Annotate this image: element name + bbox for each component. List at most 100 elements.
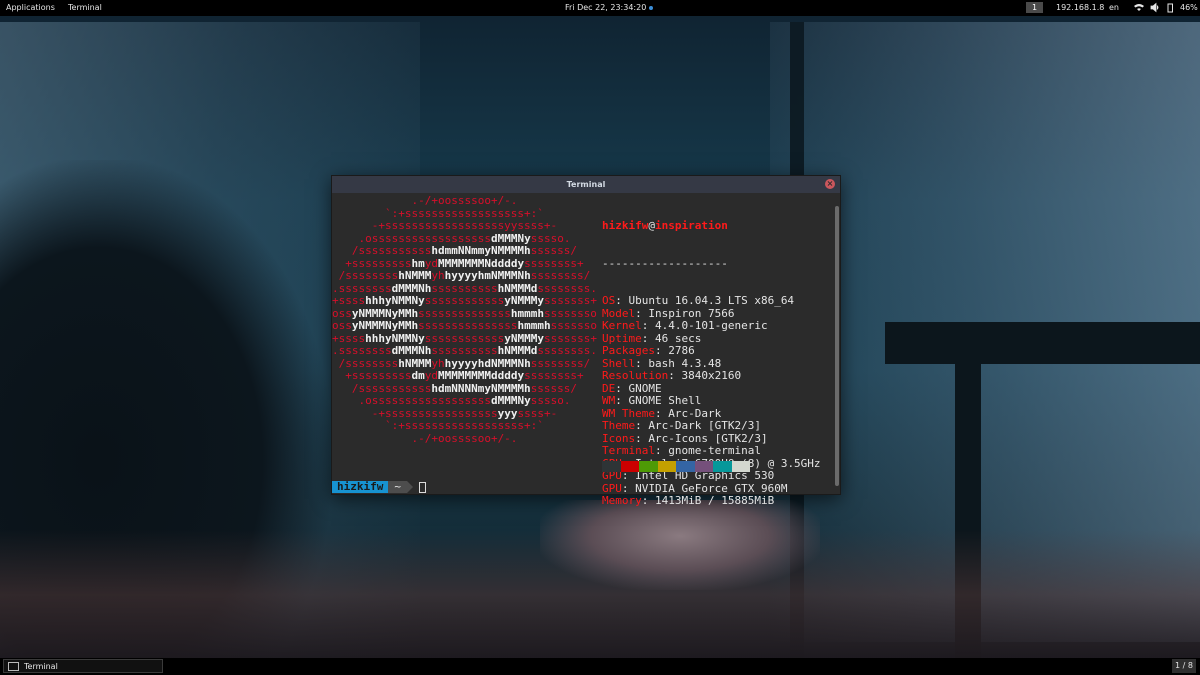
- logo-segment: MMMMMMMNddddy: [437, 256, 525, 270]
- logo-segment: sssssss+: [543, 331, 597, 345]
- info-key: Shell: [602, 356, 636, 370]
- app-menu[interactable]: Terminal: [68, 3, 102, 12]
- battery-icon: [1167, 3, 1173, 13]
- system-menu[interactable]: [1134, 2, 1178, 15]
- terminal-icon: [8, 662, 19, 671]
- logo-segment: dMMMNy: [490, 394, 531, 407]
- info-key: GPU: [602, 481, 622, 495]
- logo-segment: sssso.: [530, 394, 571, 407]
- terminal-scrollbar[interactable]: [835, 206, 839, 486]
- logo-segment: hdmNNNNmyNMMMMh: [431, 381, 531, 395]
- palette-swatch: [620, 461, 639, 472]
- logo-segment: MMMMMMMMddddy: [437, 369, 525, 382]
- system-status-icons: [1134, 2, 1173, 13]
- logo-segment: +ssss: [332, 294, 366, 307]
- info-value: : 2786: [654, 344, 695, 357]
- logo-segment: .ssssssss: [332, 344, 392, 357]
- logo-segment: yh: [431, 356, 445, 370]
- hostname: inspiration: [654, 219, 728, 232]
- info-value: : 1413MiB / 15885MiB: [641, 494, 775, 507]
- logo-segment: /sssssssssss: [332, 381, 432, 395]
- logo-segment: sssssssssssssss: [418, 319, 518, 332]
- terminal-title: Terminal: [566, 180, 606, 189]
- info-rows: OS: Ubuntu 16.04.3 LTS x86_64 Model: Insp…: [602, 294, 834, 508]
- logo-segment: hNMMMd: [497, 281, 538, 295]
- taskbar-item-label: Terminal: [24, 662, 58, 671]
- palette-swatch: [676, 461, 695, 472]
- info-value: : 46 secs: [641, 331, 702, 345]
- prompt-user: hizkifw: [332, 481, 389, 493]
- logo-segment: ssssssss+: [524, 256, 584, 270]
- clock[interactable]: Fri Dec 22, 23:34:20: [565, 3, 654, 12]
- terminal-content[interactable]: .-/+oossssoo+/-. `:+ssssssssssssssssss+:…: [332, 193, 834, 507]
- battery-percentage: 46%: [1180, 3, 1198, 12]
- logo-segment: yNMMMNyMMh: [351, 319, 419, 332]
- info-key: WM Theme: [602, 406, 655, 420]
- terminal-titlebar[interactable]: Terminal: [332, 176, 840, 193]
- workspace-indicator[interactable]: 1: [1026, 2, 1043, 13]
- taskbar-item-terminal[interactable]: Terminal: [3, 659, 163, 673]
- shell-prompt[interactable]: hizkifw ~: [332, 481, 426, 493]
- logo-segment: hm: [411, 256, 425, 270]
- info-key: Memory: [602, 494, 642, 507]
- logo-segment: yNMMMNyMMh: [351, 306, 419, 320]
- prompt-arrow-icon: [406, 481, 413, 493]
- logo-segment: yNMMMy: [504, 331, 544, 345]
- logo-segment: sssssss+: [543, 294, 597, 307]
- applications-menu[interactable]: Applications: [6, 3, 55, 12]
- info-key: OS: [602, 294, 616, 307]
- info-key: Packages: [602, 344, 655, 357]
- bottom-panel: Terminal 1 / 8: [0, 658, 1200, 675]
- logo-segment: hdmmNNmmyNMMMMh: [431, 244, 531, 257]
- logo-segment: dm: [411, 369, 425, 382]
- neofetch-info: hizkifw@inspiration ------------------- …: [602, 195, 834, 533]
- palette-swatch: [694, 461, 713, 472]
- logo-segment: .ossssssssssssssssss: [332, 394, 491, 407]
- info-value: : 3840x2160: [668, 369, 742, 382]
- color-palette: [602, 461, 750, 472]
- info-value: : gnome-terminal: [654, 444, 761, 457]
- palette-swatch: [639, 461, 658, 472]
- logo-segment: .ssssssss: [332, 281, 392, 295]
- workspace-switcher[interactable]: 1 / 8: [1172, 659, 1196, 673]
- logo-segment: ssssssss+: [524, 369, 584, 382]
- logo-segment: ssssssss.: [537, 344, 597, 357]
- logo-segment: ssssssssssss: [424, 294, 505, 307]
- logo-segment: ssssssssssssss: [418, 306, 511, 320]
- logo-segment: ssssssso: [543, 306, 597, 320]
- info-key: Resolution: [602, 369, 669, 382]
- logo-segment: dMMMNh: [391, 281, 432, 295]
- info-key: WM: [602, 394, 616, 407]
- logo-segment: hNMMM: [398, 356, 432, 370]
- logo-segment: dMMMNy: [490, 231, 531, 245]
- keyboard-layout[interactable]: en: [1109, 3, 1119, 12]
- logo-segment: ssssss/: [530, 381, 578, 395]
- text-cursor[interactable]: [418, 481, 426, 493]
- close-icon[interactable]: ×: [825, 179, 835, 189]
- logo-segment: hmmmh: [510, 306, 544, 320]
- at-sign: @: [648, 219, 655, 232]
- ip-address: 192.168.1.8: [1056, 3, 1105, 12]
- logo-segment: hyyyyhdNMMMNh: [444, 356, 531, 370]
- logo-segment: .-/+oossssoo+/-.: [332, 431, 518, 445]
- logo-segment: ssssss/: [530, 244, 578, 257]
- info-value: : NVIDIA GeForce GTX 960M: [621, 481, 788, 495]
- username: hizkifw: [602, 219, 649, 232]
- logo-segment: ssssssss/: [530, 269, 591, 282]
- info-value: : 4.4.0-101-generic: [641, 319, 768, 332]
- wallpaper-table: [885, 322, 1200, 364]
- logo-segment: /sssssssssss: [332, 244, 432, 257]
- logo-segment: hhhyNMMNy: [365, 331, 425, 345]
- info-value: : GNOME: [615, 381, 662, 395]
- logo-segment: ssssssssss: [431, 344, 498, 357]
- volume-icon: [1150, 2, 1159, 13]
- logo-segment: .-/+oossssoo+/-.: [332, 194, 518, 207]
- separator: -------------------: [602, 256, 728, 270]
- info-key: Uptime: [602, 331, 642, 345]
- logo-segment: yd: [424, 369, 438, 382]
- logo-segment: hNMMMd: [497, 344, 538, 357]
- info-key: Icons: [602, 431, 636, 445]
- logo-segment: hmmmh: [517, 319, 551, 332]
- info-value: : Arc-Dark [GTK2/3]: [635, 419, 761, 432]
- terminal-window[interactable]: Terminal × .-/+oossssoo+/-. `:+sssssssss…: [331, 175, 841, 507]
